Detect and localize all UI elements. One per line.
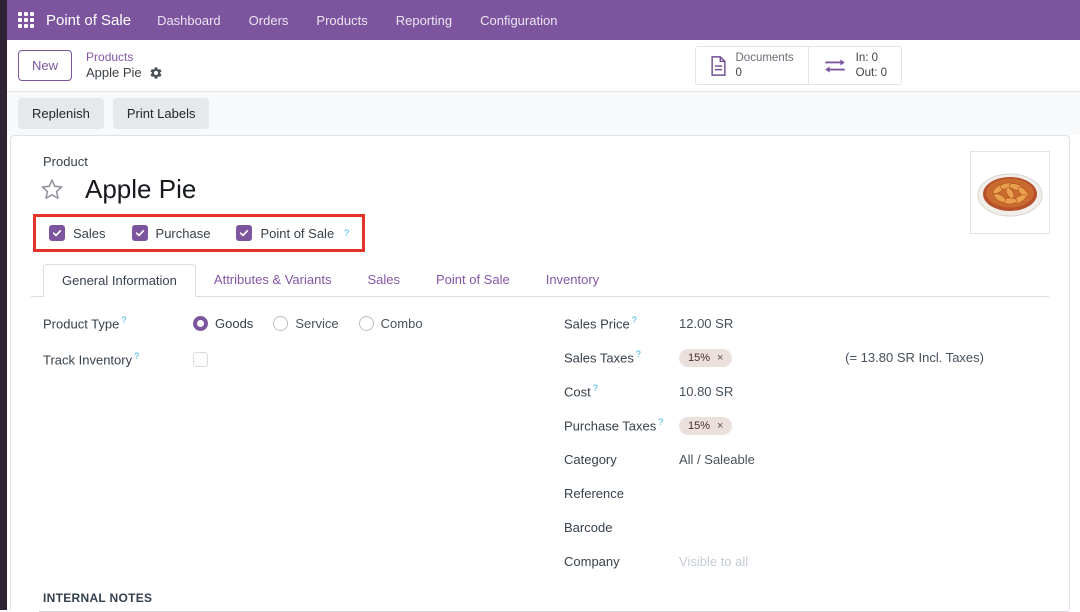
nav-menu: Dashboard Orders Products Reporting Conf… <box>157 13 557 28</box>
gear-icon[interactable] <box>149 66 163 80</box>
documents-label: Documents <box>736 51 794 66</box>
sales-tax-tag-value: 15% <box>688 352 710 364</box>
purchase-checkbox[interactable]: Purchase <box>132 225 211 241</box>
new-button[interactable]: New <box>18 50 72 81</box>
product-type-radio-group: Goods Service Combo <box>193 316 423 331</box>
document-icon <box>710 56 727 76</box>
track-inventory-checkbox[interactable] <box>193 352 208 367</box>
product-field-label: Product <box>43 154 1049 169</box>
nav-item-configuration[interactable]: Configuration <box>480 13 557 28</box>
cost-row: Cost? 10.80 SR <box>564 381 984 402</box>
app-name[interactable]: Point of Sale <box>46 12 131 29</box>
screen-left-edge <box>0 0 7 610</box>
purchase-taxes-label: Purchase Taxes? <box>564 417 679 433</box>
checkbox-checked-icon <box>132 225 148 241</box>
radio-service[interactable]: Service <box>273 316 338 331</box>
documents-count: 0 <box>736 66 794 81</box>
transfer-arrows-icon <box>823 58 847 74</box>
incl-taxes-note: (= 13.80 SR Incl. Taxes) <box>845 350 984 365</box>
category-value[interactable]: All / Saleable <box>679 452 755 467</box>
sales-tax-tag[interactable]: 15% × <box>679 349 732 367</box>
sales-price-row: Sales Price? 12.00 SR <box>564 313 984 334</box>
sales-checkbox[interactable]: Sales <box>49 225 106 241</box>
tab-attributes-variants[interactable]: Attributes & Variants <box>196 264 350 296</box>
internal-notes-heading: INTERNAL NOTES <box>31 591 1049 605</box>
nav-item-dashboard[interactable]: Dashboard <box>157 13 221 28</box>
out-count: Out: 0 <box>856 66 887 81</box>
radio-unselected-icon <box>273 316 288 331</box>
category-label: Category <box>564 452 679 467</box>
breadcrumb-parent[interactable]: Products <box>86 50 163 65</box>
control-panel: New Products Apple Pie Documents 0 <box>0 40 1080 92</box>
barcode-label: Barcode <box>564 520 679 535</box>
documents-stat-button[interactable]: Documents 0 <box>696 47 808 85</box>
product-image[interactable] <box>970 151 1050 234</box>
reference-row: Reference <box>564 483 984 504</box>
replenish-button[interactable]: Replenish <box>18 98 104 129</box>
tab-sales[interactable]: Sales <box>349 264 418 296</box>
remove-tax-icon[interactable]: × <box>717 352 723 364</box>
breadcrumb: Products Apple Pie <box>86 50 163 81</box>
annotation-highlight-box: Sales Purchase Point of Sale ? <box>33 214 365 252</box>
checkbox-checked-icon <box>236 225 252 241</box>
track-inventory-row: Track Inventory? <box>43 349 564 370</box>
nav-item-reporting[interactable]: Reporting <box>396 13 452 28</box>
product-type-label: Product Type? <box>43 315 193 331</box>
sales-taxes-row: Sales Taxes? 15% × (= 13.80 SR Incl. Tax… <box>564 347 984 368</box>
purchase-checkbox-label: Purchase <box>156 226 211 241</box>
apple-pie-photo <box>974 161 1046 225</box>
top-navbar: Point of Sale Dashboard Orders Products … <box>0 0 1080 40</box>
product-name-title[interactable]: Apple Pie <box>85 174 196 205</box>
stat-buttons: Documents 0 In: 0 Out: 0 <box>695 46 903 86</box>
company-label: Company <box>564 554 679 569</box>
category-row: Category All / Saleable <box>564 449 984 470</box>
radio-unselected-icon <box>359 316 374 331</box>
sales-price-label: Sales Price? <box>564 315 679 331</box>
apps-grid-icon[interactable] <box>18 12 34 28</box>
print-labels-button[interactable]: Print Labels <box>113 98 210 129</box>
nav-item-orders[interactable]: Orders <box>249 13 289 28</box>
company-placeholder[interactable]: Visible to all <box>679 554 748 569</box>
product-form-sheet: Product Apple Pie Sales Purchase Point o… <box>10 135 1070 610</box>
cost-value[interactable]: 10.80 SR <box>679 384 733 399</box>
tab-inventory[interactable]: Inventory <box>528 264 617 296</box>
barcode-row: Barcode <box>564 517 984 538</box>
sales-price-value[interactable]: 12.00 SR <box>679 316 733 331</box>
radio-combo-label: Combo <box>381 316 423 331</box>
track-inventory-label: Track Inventory? <box>43 351 193 367</box>
general-information-panel: Product Type? Goods Service Combo <box>31 297 1049 585</box>
in-count: In: 0 <box>856 51 887 66</box>
purchase-taxes-row: Purchase Taxes? 15% × <box>564 415 984 436</box>
reference-label: Reference <box>564 486 679 501</box>
point-of-sale-checkbox-label: Point of Sale <box>260 226 334 241</box>
radio-selected-icon <box>193 316 208 331</box>
action-button-row: Replenish Print Labels <box>0 92 1080 135</box>
tab-point-of-sale[interactable]: Point of Sale <box>418 264 528 296</box>
purchase-tax-tag[interactable]: 15% × <box>679 417 732 435</box>
product-type-row: Product Type? Goods Service Combo <box>43 313 564 334</box>
notebook-tabs: General Information Attributes & Variant… <box>31 264 1049 297</box>
radio-goods-label: Goods <box>215 316 253 331</box>
sales-checkbox-label: Sales <box>73 226 106 241</box>
point-of-sale-checkbox[interactable]: Point of Sale ? <box>236 225 349 241</box>
nav-item-products[interactable]: Products <box>316 13 367 28</box>
purchase-tax-tag-value: 15% <box>688 420 710 432</box>
favorite-star-icon[interactable] <box>39 177 65 203</box>
checkbox-checked-icon <box>49 225 65 241</box>
remove-tax-icon[interactable]: × <box>717 420 723 432</box>
cost-label: Cost? <box>564 383 679 399</box>
sales-taxes-label: Sales Taxes? <box>564 349 679 365</box>
help-marker: ? <box>344 228 349 238</box>
in-out-stat-button[interactable]: In: 0 Out: 0 <box>808 47 901 85</box>
radio-service-label: Service <box>295 316 338 331</box>
breadcrumb-current: Apple Pie <box>86 65 142 81</box>
tab-general-information[interactable]: General Information <box>43 264 196 297</box>
radio-goods[interactable]: Goods <box>193 316 253 331</box>
radio-combo[interactable]: Combo <box>359 316 423 331</box>
company-row: Company Visible to all <box>564 551 984 572</box>
